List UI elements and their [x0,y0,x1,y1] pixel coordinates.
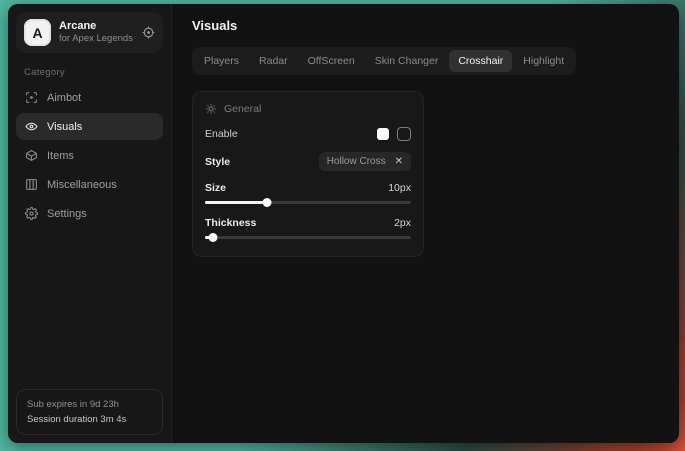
package-icon [25,149,38,162]
crosshair-icon [25,91,38,104]
sidebar-item-settings[interactable]: Settings [16,200,163,227]
tab-highlight[interactable]: Highlight [514,50,573,72]
tab-crosshair[interactable]: Crosshair [449,50,512,72]
sidebar-nav: Aimbot Visuals Items [16,84,163,227]
app-window: A Arcane for Apex Legends Category [8,4,679,443]
thickness-slider-track[interactable] [205,236,411,239]
main-content: Visuals Players Radar OffScreen Skin Cha… [172,4,679,443]
size-row: Size 10px [205,182,411,194]
brand-card: A Arcane for Apex Legends [16,12,163,53]
thickness-label: Thickness [205,217,256,229]
enable-label: Enable [205,128,238,140]
size-value: 10px [388,182,411,194]
sidebar-item-label: Aimbot [47,92,81,104]
panel-title: General [224,103,261,115]
size-slider[interactable] [205,197,411,207]
category-label: Category [24,67,163,78]
sidebar-item-label: Items [47,150,74,162]
tab-radar[interactable]: Radar [250,50,297,72]
general-panel: General Enable Style Hollow Cross ✕ Size… [192,91,424,257]
thickness-slider[interactable] [205,232,411,242]
app-subtitle: for Apex Legends [59,33,134,45]
app-name: Arcane [59,20,134,34]
clear-style-icon[interactable]: ✕ [395,157,403,167]
subscription-info-card: Sub expires in 9d 23h Session duration 3… [16,389,163,435]
columns-icon [25,178,38,191]
style-value: Hollow Cross [327,156,386,167]
sidebar-item-label: Miscellaneous [47,179,117,191]
size-slider-fill [205,201,267,204]
scope-target-icon[interactable] [142,26,155,39]
sub-expires-text: Sub expires in 9d 23h [27,399,152,410]
sidebar-item-visuals[interactable]: Visuals [16,113,163,140]
size-slider-thumb[interactable] [262,198,271,207]
sidebar-item-items[interactable]: Items [16,142,163,169]
sidebar-item-aimbot[interactable]: Aimbot [16,84,163,111]
session-duration-text: Session duration 3m 4s [27,414,152,425]
app-logo: A [24,19,51,46]
tab-offscreen[interactable]: OffScreen [299,50,364,72]
eye-icon [25,120,38,133]
enable-checkbox[interactable] [397,127,411,141]
thickness-slider-thumb[interactable] [209,233,218,242]
style-select[interactable]: Hollow Cross ✕ [319,152,411,171]
thickness-row: Thickness 2px [205,217,411,229]
sidebar-item-label: Visuals [47,121,82,133]
crosshair-color-swatch[interactable] [377,128,389,140]
visuals-tabbar: Players Radar OffScreen Skin Changer Cro… [192,47,576,75]
sidebar-item-miscellaneous[interactable]: Miscellaneous [16,171,163,198]
sidebar: A Arcane for Apex Legends Category [8,4,172,443]
gear-icon [25,207,38,220]
enable-row: Enable [205,127,411,141]
settings-sun-icon [205,103,217,115]
style-row: Style Hollow Cross ✕ [205,152,411,171]
tab-skin-changer[interactable]: Skin Changer [366,50,448,72]
tab-players[interactable]: Players [195,50,248,72]
sidebar-item-label: Settings [47,208,87,220]
style-label: Style [205,156,230,168]
thickness-value: 2px [394,217,411,229]
page-title: Visuals [192,18,659,33]
size-label: Size [205,182,226,194]
